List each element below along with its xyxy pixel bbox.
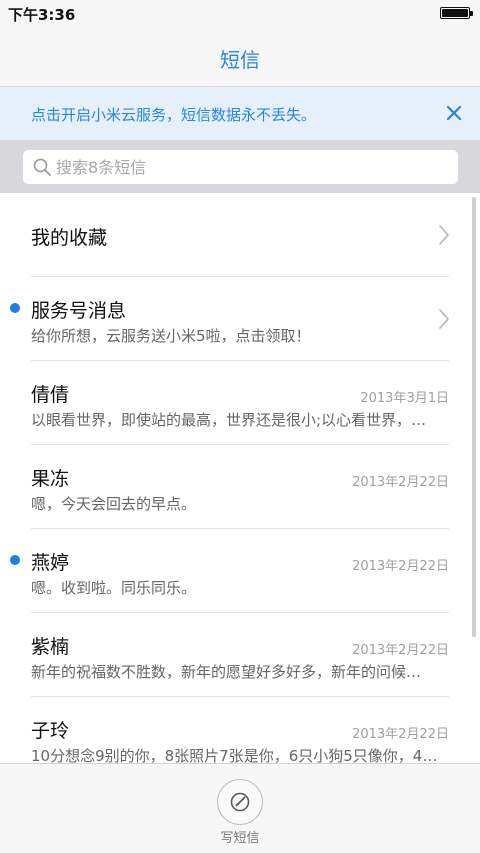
search-input[interactable] (56, 150, 446, 184)
search-box[interactable] (23, 150, 458, 184)
compose-button[interactable] (217, 779, 263, 825)
favorites-item[interactable]: 我的收藏 (0, 193, 480, 277)
unread-dot (10, 555, 20, 565)
scrollbar[interactable] (472, 197, 476, 637)
search-icon (33, 158, 51, 176)
message-preview: 嗯，今天会回去的早点。 (31, 495, 197, 513)
conversation-list[interactable]: 我的收藏 服务号消息 给你所想，云服务送小米5啦，点击领取！ 倩倩 2013年3… (0, 193, 480, 763)
conversation-item[interactable]: 倩倩 2013年3月1日 以眼看世界，即使站的最高，世界还是很小;以心看世界，… (0, 361, 480, 445)
contact-name: 倩倩 (31, 384, 70, 406)
compose-label: 写短信 (220, 831, 260, 846)
contact-name: 燕婷 (31, 552, 70, 574)
page-title: 短信 (220, 48, 260, 72)
close-icon[interactable] (442, 101, 466, 125)
conversation-item[interactable]: 子玲 2013年2月22日 10分想念9别的你，8张照片7张是你，6只小狗5只像… (0, 697, 480, 763)
battery-icon (440, 7, 473, 19)
service-title: 服务号消息 (31, 300, 127, 322)
contact-name: 子玲 (31, 720, 70, 742)
cloud-service-notice[interactable]: 点击开启小米云服务，短信数据永不丢失。 (0, 87, 480, 140)
message-preview: 以眼看世界，即使站的最高，世界还是很小;以心看世界，… (31, 411, 427, 429)
message-date: 2013年2月22日 (352, 559, 449, 574)
unread-dot (10, 303, 20, 313)
favorites-label: 我的收藏 (31, 227, 108, 249)
chevron-right-icon (439, 309, 449, 329)
notice-text[interactable]: 点击开启小米云服务，短信数据永不丢失。 (31, 104, 316, 125)
service-messages-item[interactable]: 服务号消息 给你所想，云服务送小米5啦，点击领取！ (0, 277, 480, 361)
chevron-right-icon (439, 225, 449, 245)
search-area (0, 140, 480, 193)
conversation-item[interactable]: 燕婷 2013年2月22日 嗯。收到啦。同乐同乐。 (0, 529, 480, 613)
message-preview: 10分想念9别的你，8张照片7张是你，6只小狗5只像你，4… (31, 747, 438, 763)
message-date: 2013年2月22日 (352, 727, 449, 742)
contact-name: 紫楠 (31, 636, 70, 658)
status-time: 下午3:36 (8, 6, 76, 24)
service-preview: 给你所想，云服务送小米5啦，点击领取！ (31, 327, 311, 345)
nav-bar: 短信 (0, 26, 480, 87)
conversation-item[interactable]: 紫楠 2013年2月22日 新年的祝福数不胜数，新年的愿望好多好多，新年的问候… (0, 613, 480, 697)
compose-icon (230, 792, 250, 812)
message-date: 2013年2月22日 (352, 475, 449, 490)
message-preview: 嗯。收到啦。同乐同乐。 (31, 579, 197, 597)
message-date: 2013年3月1日 (360, 391, 449, 406)
conversation-item[interactable]: 果冻 2013年2月22日 嗯，今天会回去的早点。 (0, 445, 480, 529)
message-date: 2013年2月22日 (352, 643, 449, 658)
contact-name: 果冻 (31, 468, 70, 490)
message-preview: 新年的祝福数不胜数，新年的愿望好多好多，新年的问候… (31, 663, 422, 681)
status-bar: 下午3:36 (0, 0, 480, 26)
bottom-toolbar: 写短信 (0, 763, 480, 853)
